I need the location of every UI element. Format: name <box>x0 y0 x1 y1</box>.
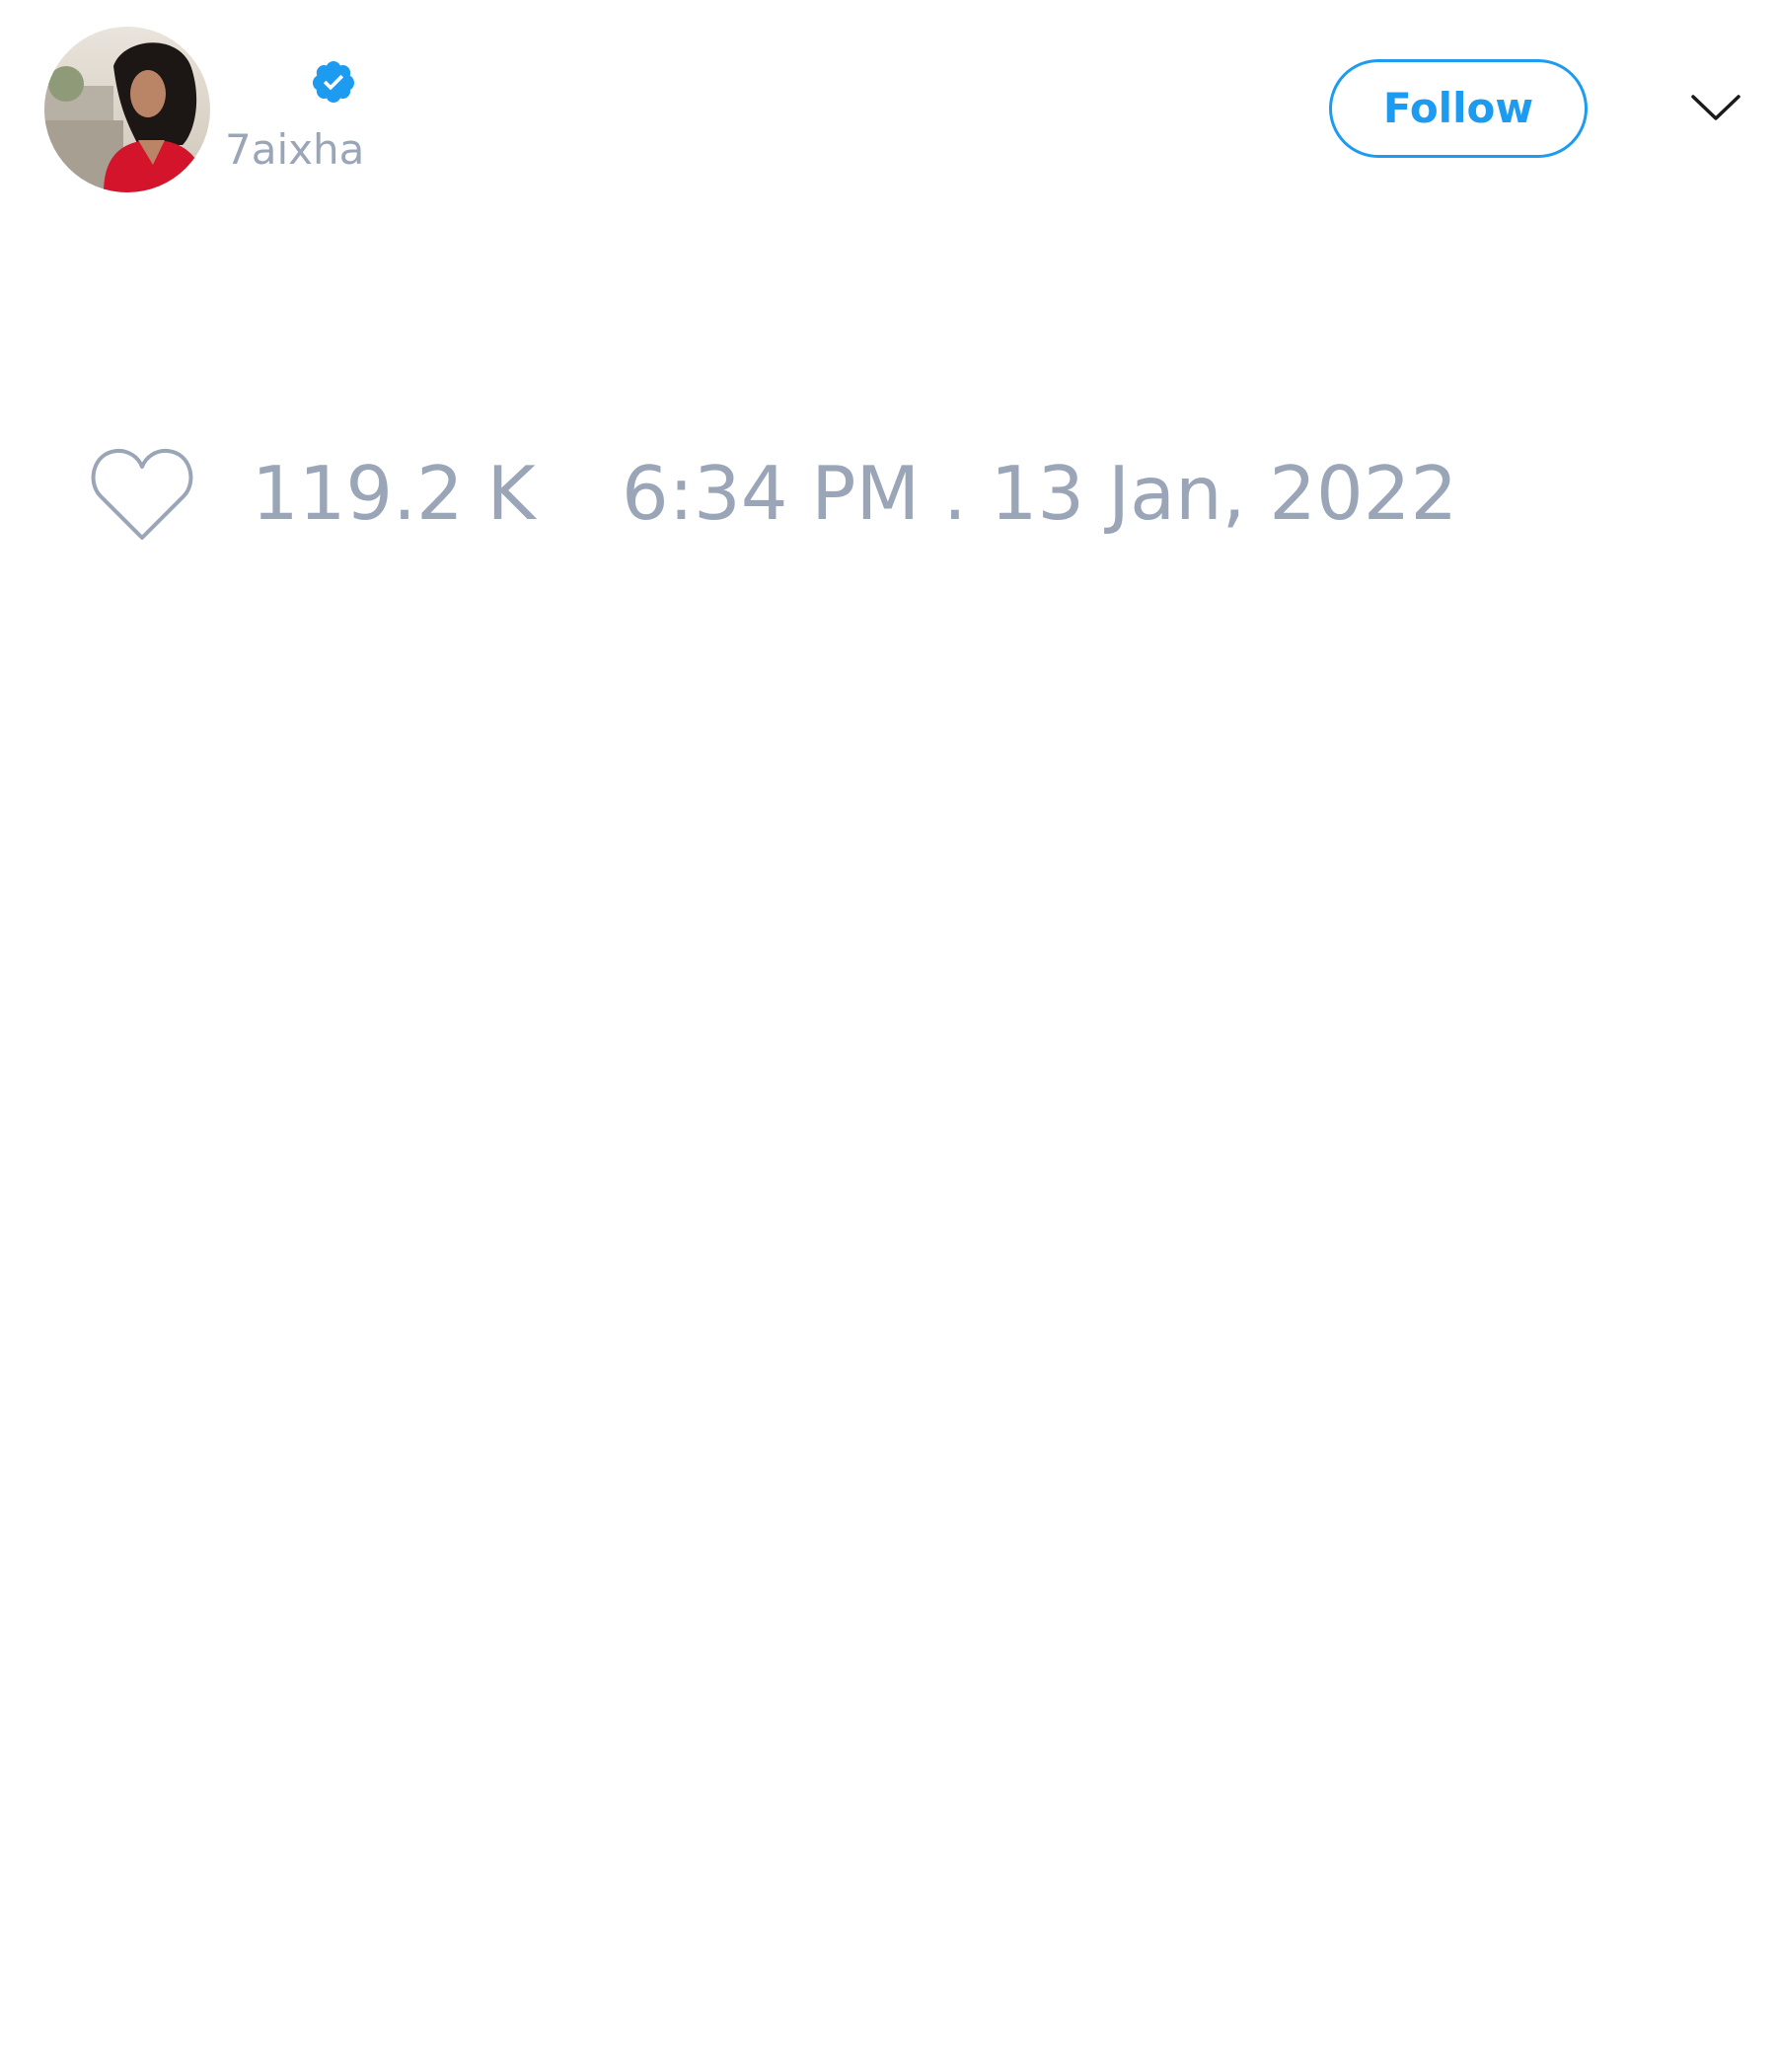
tweet-card: 7aixha Follow 119.2 K 6:34 PM . 13 Jan, … <box>0 0 1776 2072</box>
like-count: 119.2 K <box>252 450 536 537</box>
tweet-timestamp[interactable]: 6:34 PM . 13 Jan, 2022 <box>622 449 1457 538</box>
avatar-photo <box>44 27 210 192</box>
heart-icon[interactable] <box>89 447 195 542</box>
verified-badge-icon <box>310 58 357 106</box>
author-handle[interactable]: 7aixha <box>225 124 364 176</box>
chevron-down-icon[interactable] <box>1689 91 1742 124</box>
follow-button[interactable]: Follow <box>1329 59 1588 158</box>
avatar[interactable] <box>44 27 210 192</box>
